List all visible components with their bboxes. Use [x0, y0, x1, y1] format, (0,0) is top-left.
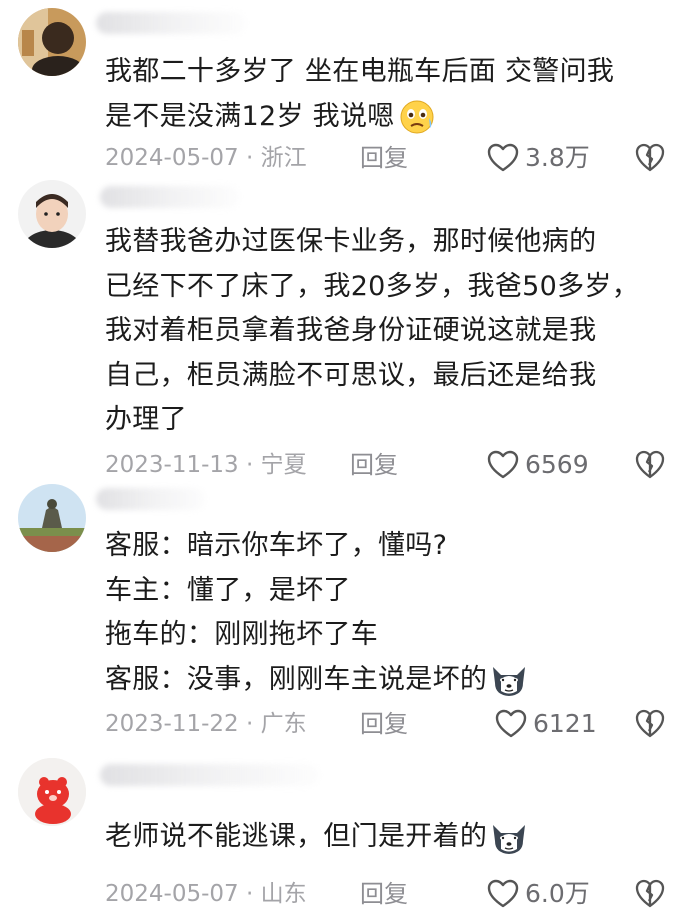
like-button[interactable]: 6.0万	[487, 874, 590, 914]
dislike-broken-heart-icon[interactable]	[635, 879, 665, 909]
like-button[interactable]: 6569	[487, 445, 589, 485]
avatar[interactable]	[18, 8, 86, 76]
separator: ·	[245, 881, 254, 907]
like-count: 3.8万	[525, 143, 590, 172]
comment-line: 拖车的：刚刚拖坏了车	[105, 619, 378, 650]
like-count: 6569	[525, 450, 589, 479]
comment-text: 客服：暗示你车坏了，懂吗? 车主：懂了，是坏了 拖车的：刚刚拖坏了车 客服：没事…	[105, 524, 675, 702]
comment-location: 山东	[260, 881, 307, 907]
comment-line: 老师说不能逃课，但门是开着的	[105, 815, 675, 860]
comment-line: 我替我爸办过医保卡业务，那时候他病的	[105, 226, 597, 257]
comment-location: 宁夏	[260, 452, 307, 478]
comment-line: 我对着柜员拿着我爸身份证硬说这就是我	[105, 315, 597, 346]
like-button[interactable]: 3.8万	[487, 138, 590, 178]
like-button[interactable]: 6121	[495, 704, 597, 744]
username-blurred	[100, 186, 240, 208]
comment-line-text: 老师说不能逃课，但门是开着的	[105, 821, 488, 852]
comment-text: 老师说不能逃课，但门是开着的	[105, 815, 675, 860]
reply-button[interactable]: 回复	[360, 874, 408, 914]
heart-icon	[487, 450, 519, 479]
avatar[interactable]	[18, 180, 86, 248]
username-blurred	[96, 12, 246, 34]
comment-meta: 2023-11-13 · 宁夏 回复 6569	[105, 445, 675, 485]
comment-date-location: 2024-05-07 · 山东	[105, 874, 307, 914]
comment-meta: 2024-05-07 · 山东 回复 6.0万	[105, 874, 675, 914]
heart-icon	[487, 879, 519, 908]
comment-meta: 2023-11-22 · 广东 回复 6121	[105, 704, 675, 744]
reply-button[interactable]: 回复	[350, 445, 398, 485]
dislike-broken-heart-icon[interactable]	[635, 709, 665, 739]
username-blurred	[100, 764, 320, 786]
comment-line: 车主：懂了，是坏了	[105, 574, 351, 606]
separator: ·	[245, 711, 254, 737]
comment-line: 客服：暗示你车坏了，懂吗?	[105, 530, 448, 561]
comment-meta: 2024-05-07 · 浙江 回复 3.8万	[105, 138, 675, 178]
comment-line: 办理了	[105, 404, 187, 435]
separator: ·	[245, 452, 254, 478]
comment-text: 我替我爸办过医保卡业务，那时候他病的 已经下不了床了，我20多岁，我爸50多岁，…	[105, 220, 675, 443]
comment-line: 自己，柜员满脸不可思议，最后还是给我	[105, 359, 597, 391]
comment-location: 浙江	[260, 145, 307, 171]
husky-emoji	[493, 667, 526, 696]
dislike-broken-heart-icon[interactable]	[635, 143, 665, 173]
heart-icon	[495, 709, 527, 738]
comment-date: 2024-05-07	[105, 145, 239, 171]
comment-location: 广东	[260, 711, 307, 737]
like-count: 6.0万	[525, 879, 590, 908]
separator: ·	[245, 145, 254, 171]
comment-line: 客服：没事，刚刚车主说是坏的	[105, 658, 675, 703]
comment-line: 是不是没满12岁 我说嗯	[105, 95, 675, 140]
dislike-broken-heart-icon[interactable]	[635, 450, 665, 480]
avatar[interactable]	[18, 758, 86, 826]
worried-face-emoji	[400, 100, 434, 134]
reply-button[interactable]: 回复	[360, 138, 408, 178]
comment-date: 2023-11-13	[105, 452, 239, 478]
comment-date: 2024-05-07	[105, 881, 239, 907]
comment-line-text: 客服：没事，刚刚车主说是坏的	[105, 663, 488, 695]
husky-emoji	[493, 824, 526, 854]
comment-line: 我都二十多岁了 坐在电瓶车后面 交警问我	[105, 56, 615, 87]
comment-text: 我都二十多岁了 坐在电瓶车后面 交警问我 是不是没满12岁 我说嗯	[105, 50, 675, 139]
comment-date: 2023-11-22	[105, 711, 239, 737]
heart-icon	[487, 143, 519, 172]
comment-line-text: 是不是没满12岁 我说嗯	[105, 100, 395, 132]
username-blurred	[96, 488, 206, 510]
comment-date-location: 2023-11-22 · 广东	[105, 704, 307, 744]
avatar[interactable]	[18, 484, 86, 552]
reply-button[interactable]: 回复	[360, 704, 408, 744]
comment-date-location: 2024-05-07 · 浙江	[105, 138, 307, 178]
comment-date-location: 2023-11-13 · 宁夏	[105, 445, 307, 485]
like-count: 6121	[533, 709, 597, 738]
comment-line: 已经下不了床了，我20多岁，我爸50多岁，	[105, 270, 640, 302]
